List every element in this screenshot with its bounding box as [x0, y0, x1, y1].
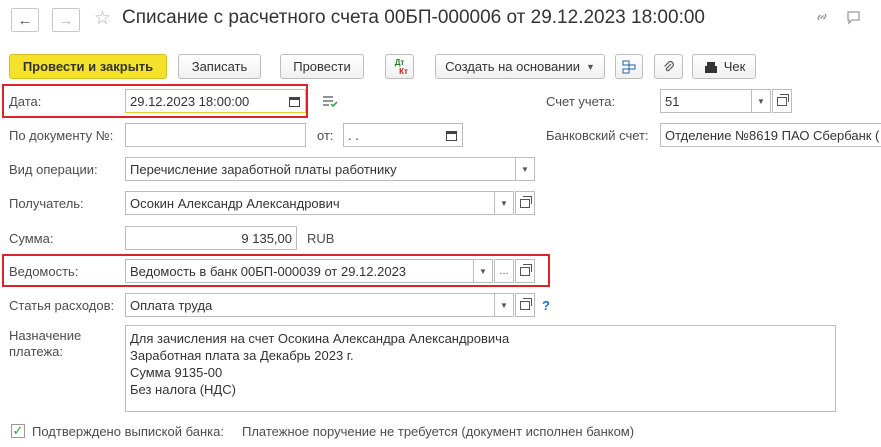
- doc-number-label: По документу №:: [9, 128, 114, 143]
- purpose-label-line2: платежа:: [9, 344, 63, 359]
- list-check-icon[interactable]: [322, 95, 338, 110]
- structure-icon: [622, 60, 636, 73]
- currency-label: RUB: [307, 231, 335, 246]
- bank-account-label: Банковский счет:: [546, 128, 649, 143]
- date-label: Дата:: [9, 94, 42, 109]
- account-dropdown-button[interactable]: ▼: [751, 89, 771, 113]
- open-icon: [520, 263, 532, 276]
- account-field[interactable]: 51: [660, 89, 752, 113]
- purpose-label-line1: Назначение: [9, 328, 82, 343]
- expense-item-label: Статья расходов:: [9, 298, 115, 313]
- create-based-on-button[interactable]: Создать на основании ▼: [435, 54, 605, 79]
- amount-field[interactable]: 9 135,00: [125, 226, 297, 250]
- statement-label: Ведомость:: [9, 264, 79, 279]
- account-value: 51: [665, 93, 680, 109]
- amount-label: Сумма:: [9, 231, 54, 246]
- expense-item-field[interactable]: Оплата труда: [125, 293, 495, 317]
- recipient-open-button[interactable]: [515, 191, 535, 215]
- from-date-label: от:: [317, 128, 334, 143]
- payment-purpose-textarea[interactable]: Для зачисления на счет Осокина Александр…: [125, 325, 836, 412]
- forward-button[interactable]: →: [52, 8, 80, 32]
- statement-open-button[interactable]: [515, 259, 535, 283]
- open-icon: [520, 195, 532, 208]
- account-open-button[interactable]: [772, 89, 792, 113]
- back-arrow-icon: ←: [17, 11, 33, 29]
- paperclip-icon: [663, 60, 674, 71]
- bank-account-value: Отделение №8619 ПАО Сбербанк (: [665, 127, 880, 143]
- calendar-icon[interactable]: [446, 129, 457, 144]
- chevron-down-icon: ▼: [585, 61, 595, 72]
- checkmark-icon: ✓: [12, 423, 24, 438]
- post-and-close-button[interactable]: Провести и закрыть: [9, 54, 167, 79]
- statement-field[interactable]: Ведомость в банк 00БП-000039 от 29.12.20…: [125, 259, 474, 283]
- create-based-label: Создать на основании: [445, 59, 580, 74]
- dt-label: Дт: [394, 57, 405, 67]
- date-value: 29.12.2023 18:00:00: [130, 93, 250, 109]
- receipt-label: Чек: [723, 59, 746, 74]
- from-date-field[interactable]: . .: [343, 123, 463, 147]
- forward-arrow-icon: →: [58, 11, 74, 29]
- bank-confirmed-label: Подтверждено выпиской банка:: [32, 424, 224, 439]
- attach-button[interactable]: [654, 54, 683, 79]
- expense-item-open-button[interactable]: [515, 293, 535, 317]
- post-button[interactable]: Провести: [280, 54, 364, 79]
- statement-value: Ведомость в банк 00БП-000039 от 29.12.20…: [130, 263, 407, 279]
- from-date-value: . .: [348, 127, 359, 143]
- amount-value: 9 135,00: [241, 230, 292, 246]
- payment-order-note: Платежное поручение не требуется (докуме…: [242, 424, 635, 439]
- page-title: Списание с расчетного счета 00БП-000006 …: [122, 7, 705, 28]
- bank-confirmed-checkbox[interactable]: ✓: [11, 423, 25, 438]
- bank-account-field[interactable]: Отделение №8619 ПАО Сбербанк (: [660, 123, 881, 147]
- doc-number-field[interactable]: [125, 123, 306, 147]
- ellipsis-icon: ...: [499, 265, 509, 277]
- date-field[interactable]: 29.12.2023 18:00:00: [125, 89, 306, 113]
- account-label: Счет учета:: [546, 94, 616, 109]
- chevron-down-icon: ▼: [479, 266, 487, 276]
- expense-item-dropdown-button[interactable]: ▼: [494, 293, 514, 317]
- calendar-icon[interactable]: [289, 95, 300, 110]
- back-button[interactable]: ←: [11, 8, 39, 32]
- open-icon: [777, 93, 789, 106]
- open-icon: [520, 297, 532, 310]
- expense-item-value: Оплата труда: [130, 297, 213, 313]
- chevron-down-icon: ▼: [757, 96, 765, 106]
- chat-icon[interactable]: [846, 9, 864, 29]
- recipient-value: Осокин Александр Александрович: [130, 195, 340, 211]
- recipient-label: Получатель:: [9, 196, 84, 211]
- operation-type-value: Перечисление заработной платы работнику: [130, 161, 397, 177]
- statement-select-button[interactable]: ...: [494, 259, 514, 283]
- dt-kt-button[interactable]: Дт Кт: [385, 54, 414, 79]
- recipient-dropdown-button[interactable]: ▼: [494, 191, 514, 215]
- operation-type-dropdown-button[interactable]: ▼: [515, 157, 535, 181]
- kt-label: Кт: [399, 66, 408, 76]
- statement-dropdown-button[interactable]: ▼: [473, 259, 493, 283]
- help-icon[interactable]: ?: [542, 298, 550, 314]
- favorite-star-icon[interactable]: ☆: [94, 8, 111, 30]
- receipt-button[interactable]: Чек: [692, 54, 756, 79]
- operation-type-field[interactable]: Перечисление заработной платы работнику: [125, 157, 516, 181]
- chevron-down-icon: ▼: [500, 300, 508, 310]
- recipient-field[interactable]: Осокин Александр Александрович: [125, 191, 495, 215]
- chevron-down-icon: ▼: [500, 198, 508, 208]
- operation-type-label: Вид операции:: [9, 162, 98, 177]
- save-button[interactable]: Записать: [178, 54, 261, 79]
- cash-register-icon: [704, 61, 717, 73]
- link-icon[interactable]: [814, 9, 830, 29]
- chevron-down-icon: ▼: [521, 164, 529, 174]
- structure-button[interactable]: [615, 54, 643, 79]
